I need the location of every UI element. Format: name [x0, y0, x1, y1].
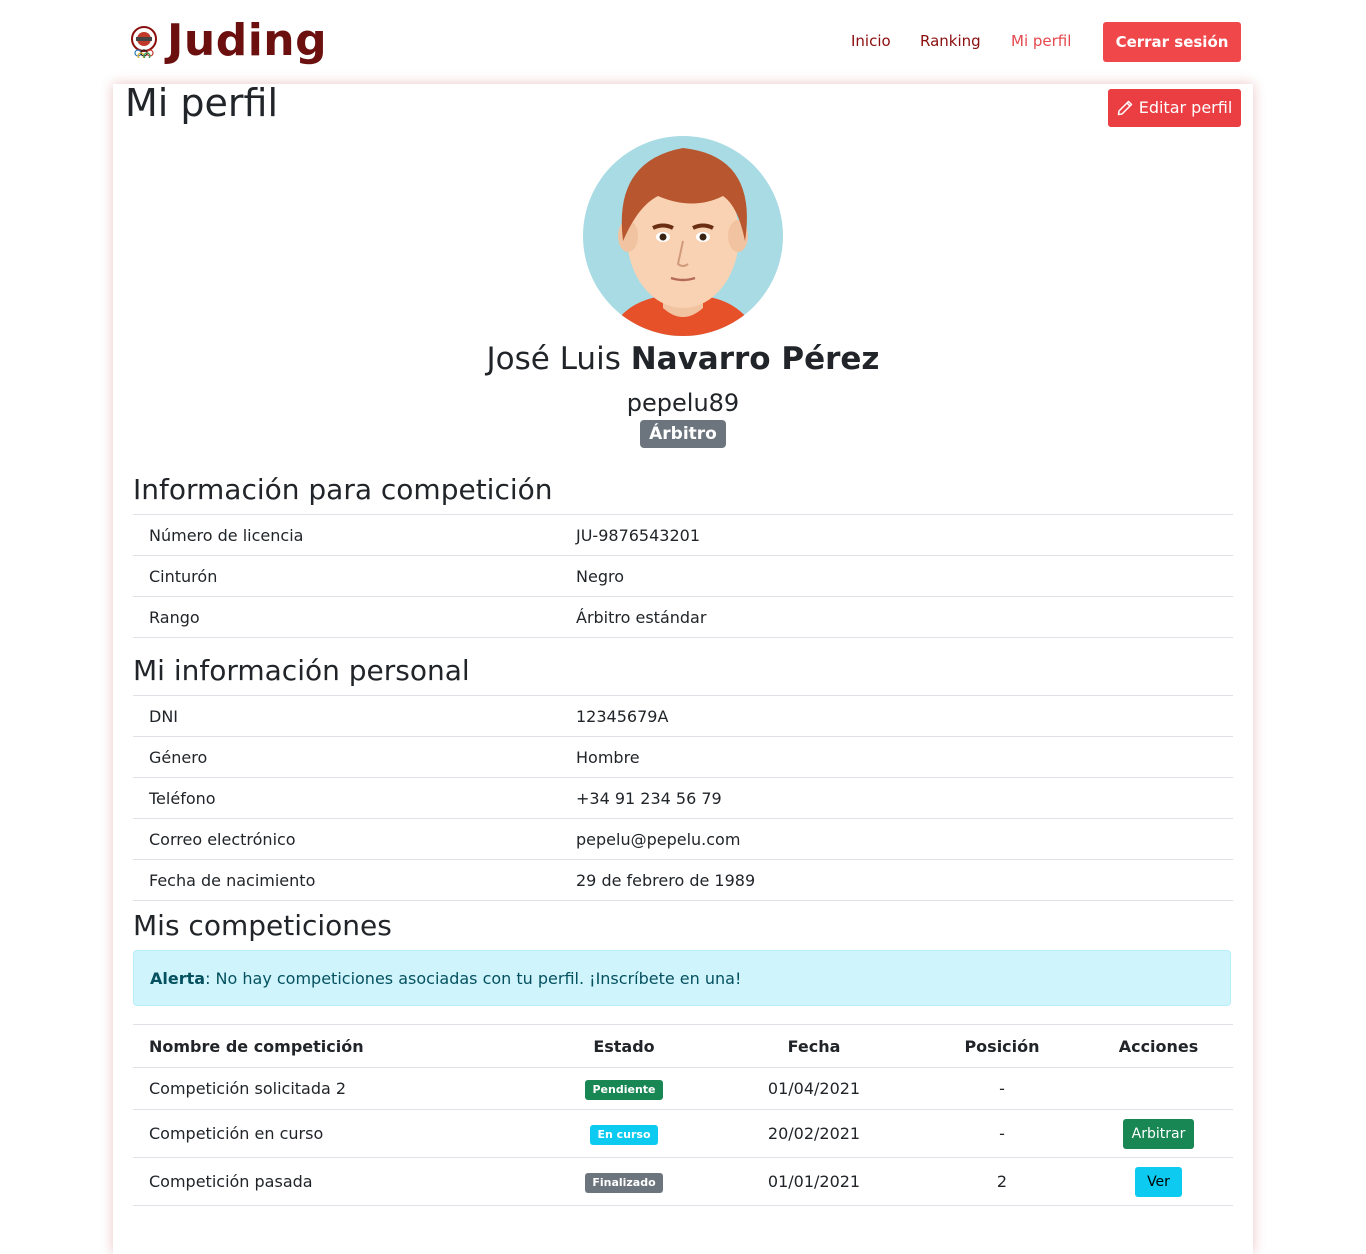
full-name: José Luis Navarro Pérez — [113, 339, 1253, 379]
edit-profile-label: Editar perfil — [1138, 98, 1233, 117]
page-title: Mi perfil — [125, 81, 279, 125]
competitions-table: Nombre de competición Estado Fecha Posic… — [133, 1024, 1233, 1206]
column-header-actions: Acciones — [1084, 1024, 1233, 1068]
arbitrar-button[interactable]: Arbitrar — [1122, 1118, 1195, 1149]
edit-profile-button[interactable]: Editar perfil — [1108, 89, 1241, 127]
username: pepelu89 — [626, 389, 740, 417]
last-name: Navarro Pérez — [630, 341, 880, 377]
actions-cell: Ver — [1084, 1157, 1233, 1206]
navbar: Juding Inicio Ranking Mi perfil Cerrar s… — [0, 0, 1366, 84]
ver-button[interactable]: Ver — [1135, 1166, 1182, 1197]
table-row: Número de licencia JU-9876543201 — [133, 514, 1233, 556]
alert-strong: Alerta — [150, 969, 206, 988]
info-value: Negro — [560, 555, 1233, 597]
alert-text: : No hay competiciones asociadas con tu … — [205, 969, 742, 988]
competitions-title: Mis competiciones — [133, 909, 392, 942]
first-name: José Luis — [486, 341, 621, 377]
table-row: Competición pasada Finalizado 01/01/2021… — [133, 1157, 1233, 1206]
info-label: Género — [133, 736, 560, 778]
column-header-status: Estado — [540, 1024, 708, 1068]
avatar — [583, 136, 783, 336]
column-header-position: Posición — [920, 1024, 1084, 1068]
table-row: Fecha de nacimiento 29 de febrero de 198… — [133, 859, 1233, 901]
nav-link-inicio[interactable]: Inicio — [851, 31, 891, 51]
brand-name: Juding — [167, 15, 328, 66]
table-row: Género Hombre — [133, 736, 1233, 778]
info-value: Hombre — [560, 736, 1233, 778]
status-badge: Pendiente — [585, 1079, 663, 1100]
table-row: DNI 12345679A — [133, 695, 1233, 737]
table-row: Teléfono +34 91 234 56 79 — [133, 777, 1233, 819]
status-badge: Finalizado — [585, 1172, 663, 1193]
profile-card: Mi perfil Editar perfil José Luis Navarr… — [113, 81, 1253, 1254]
column-header-name: Nombre de competición — [133, 1024, 540, 1068]
info-value: +34 91 234 56 79 — [560, 777, 1233, 819]
competition-position: - — [920, 1067, 1084, 1110]
competition-name: Competición solicitada 2 — [133, 1067, 540, 1110]
status-cell: En curso — [540, 1109, 708, 1158]
table-row: Competición en curso En curso 20/02/2021… — [133, 1109, 1233, 1158]
competition-info-title: Información para competición — [133, 473, 553, 506]
competition-position: 2 — [920, 1157, 1084, 1206]
info-label: DNI — [133, 695, 560, 737]
info-label: Cinturón — [133, 555, 560, 597]
role-badge: Árbitro — [640, 420, 726, 448]
status-badge: En curso — [590, 1124, 658, 1145]
info-value: 12345679A — [560, 695, 1233, 737]
personal-info-title: Mi información personal — [133, 654, 470, 687]
competition-date: 01/04/2021 — [708, 1067, 920, 1110]
table-row: Rango Árbitro estándar — [133, 596, 1233, 638]
info-value: pepelu@pepelu.com — [560, 818, 1233, 860]
actions-cell: Arbitrar — [1084, 1109, 1233, 1158]
table-row: Correo electrónico pepelu@pepelu.com — [133, 818, 1233, 860]
table-row: Cinturón Negro — [133, 555, 1233, 597]
table-header-row: Nombre de competición Estado Fecha Posic… — [133, 1024, 1233, 1068]
no-competitions-alert: Alerta: No hay competiciones asociadas c… — [133, 950, 1231, 1006]
actions-cell — [1084, 1067, 1233, 1110]
info-value: Árbitro estándar — [560, 596, 1233, 638]
status-cell: Finalizado — [540, 1157, 708, 1206]
personal-info-table: DNI 12345679A Género Hombre Teléfono +34… — [133, 695, 1233, 901]
competition-name: Competición en curso — [133, 1109, 540, 1158]
info-value: JU-9876543201 — [560, 514, 1233, 556]
column-header-date: Fecha — [708, 1024, 920, 1068]
logout-button[interactable]: Cerrar sesión — [1103, 22, 1241, 62]
info-label: Número de licencia — [133, 514, 560, 556]
competition-name: Competición pasada — [133, 1157, 540, 1206]
table-row: Competición solicitada 2 Pendiente 01/04… — [133, 1067, 1233, 1110]
nav-link-mi-perfil[interactable]: Mi perfil — [1011, 31, 1071, 51]
info-value: 29 de febrero de 1989 — [560, 859, 1233, 901]
info-label: Correo electrónico — [133, 818, 560, 860]
info-label: Rango — [133, 596, 560, 638]
info-label: Teléfono — [133, 777, 560, 819]
status-cell: Pendiente — [540, 1067, 708, 1110]
judo-logo-icon — [131, 26, 157, 58]
competition-info-table: Número de licencia JU-9876543201 Cinturó… — [133, 514, 1233, 638]
competition-date: 01/01/2021 — [708, 1157, 920, 1206]
competition-position: - — [920, 1109, 1084, 1158]
pencil-icon — [1117, 100, 1132, 116]
brand[interactable]: Juding — [129, 16, 327, 66]
competition-date: 20/02/2021 — [708, 1109, 920, 1158]
nav-link-ranking[interactable]: Ranking — [920, 31, 981, 51]
info-label: Fecha de nacimiento — [133, 859, 560, 901]
